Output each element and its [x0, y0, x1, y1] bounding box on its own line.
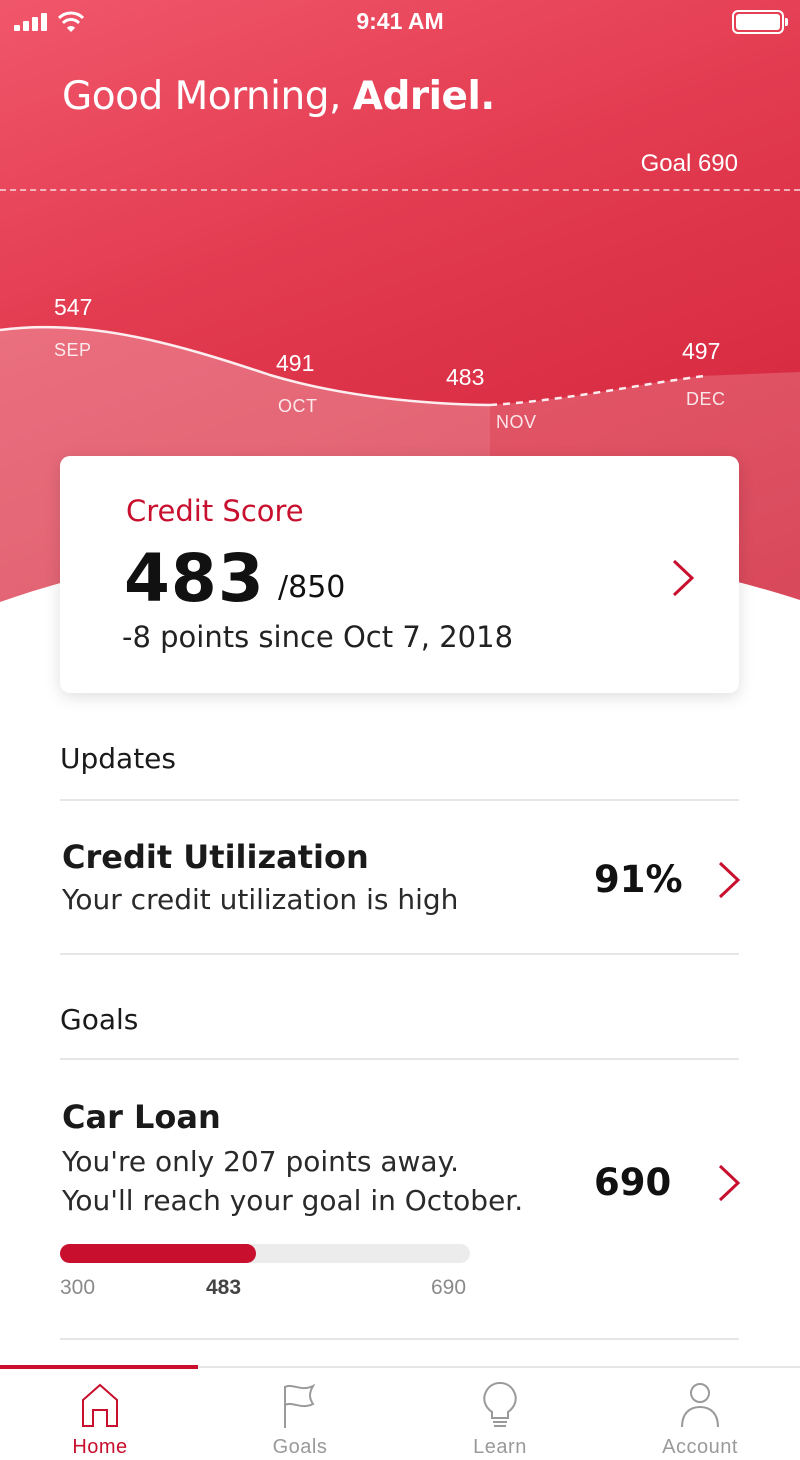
- chart-month-label: OCT: [278, 396, 318, 416]
- updates-section-title: Updates: [60, 742, 176, 775]
- credit-score-max: /850: [278, 570, 346, 605]
- chart-month-label: SEP: [54, 340, 92, 360]
- tab-label: Account: [662, 1436, 738, 1458]
- greeting-text: Good Morning,: [62, 74, 341, 119]
- chart-point-value: 491: [276, 350, 315, 376]
- chevron-right-icon[interactable]: [716, 860, 742, 900]
- goal-item-line1: You're only 207 points away.: [62, 1145, 460, 1178]
- divider: [60, 799, 739, 801]
- battery-icon: [732, 10, 788, 34]
- goal-progress-bar: [60, 1244, 470, 1263]
- goals-section-title: Goals: [60, 1003, 139, 1036]
- update-item-title: Credit Utilization: [62, 838, 369, 876]
- goal-item-title: Car Loan: [62, 1098, 221, 1136]
- chart-month-label: DEC: [686, 389, 726, 409]
- person-icon: [681, 1383, 719, 1428]
- status-time: 9:41 AM: [356, 8, 444, 34]
- tab-label: Learn: [473, 1436, 527, 1458]
- progress-min-label: 300: [60, 1276, 96, 1299]
- lightbulb-icon: [483, 1381, 517, 1427]
- chart-point-value: 497: [682, 338, 721, 364]
- goal-line: [0, 189, 800, 191]
- score-change-text: -8 points since Oct 7, 2018: [122, 620, 514, 654]
- goal-item-value: 690: [594, 1161, 672, 1204]
- goal-item-line2: You'll reach your goal in October.: [62, 1184, 524, 1217]
- goal-progress-fill: [60, 1244, 256, 1263]
- update-item-value: 91%: [594, 858, 683, 901]
- tab-learn[interactable]: Learn: [400, 1368, 600, 1460]
- tab-bar: Home Goals Learn Account: [0, 1365, 800, 1460]
- goal-line-label: Goal 690: [640, 150, 738, 177]
- divider: [60, 1338, 739, 1340]
- update-item-subtitle: Your credit utilization is high: [62, 883, 459, 916]
- tab-account[interactable]: Account: [600, 1368, 800, 1460]
- credit-score-value: 483: [124, 540, 265, 617]
- progress-current-label: 483: [206, 1276, 242, 1299]
- chart-point-value: 483: [446, 364, 485, 390]
- home-icon: [82, 1383, 118, 1427]
- progress-max-label: 690: [431, 1276, 467, 1299]
- card-title: Credit Score: [126, 494, 304, 528]
- greeting: Good Morning, Adriel.: [62, 74, 495, 119]
- divider: [60, 953, 739, 955]
- credit-score-card[interactable]: Credit Score 483 /850 -8 points since Oc…: [60, 456, 739, 693]
- tab-label: Home: [72, 1436, 128, 1458]
- user-name: Adriel.: [352, 74, 495, 119]
- status-bar: 9:41 AM: [0, 0, 800, 44]
- chevron-right-icon[interactable]: [716, 1163, 742, 1203]
- divider: [60, 1058, 739, 1060]
- chart-month-label: NOV: [496, 412, 537, 432]
- chart-point-value: 547: [54, 294, 93, 320]
- flag-icon: [284, 1383, 316, 1428]
- tab-goals[interactable]: Goals: [200, 1368, 400, 1460]
- tab-home[interactable]: Home: [0, 1368, 200, 1460]
- tab-label: Goals: [272, 1436, 328, 1458]
- chevron-right-icon[interactable]: [670, 558, 696, 598]
